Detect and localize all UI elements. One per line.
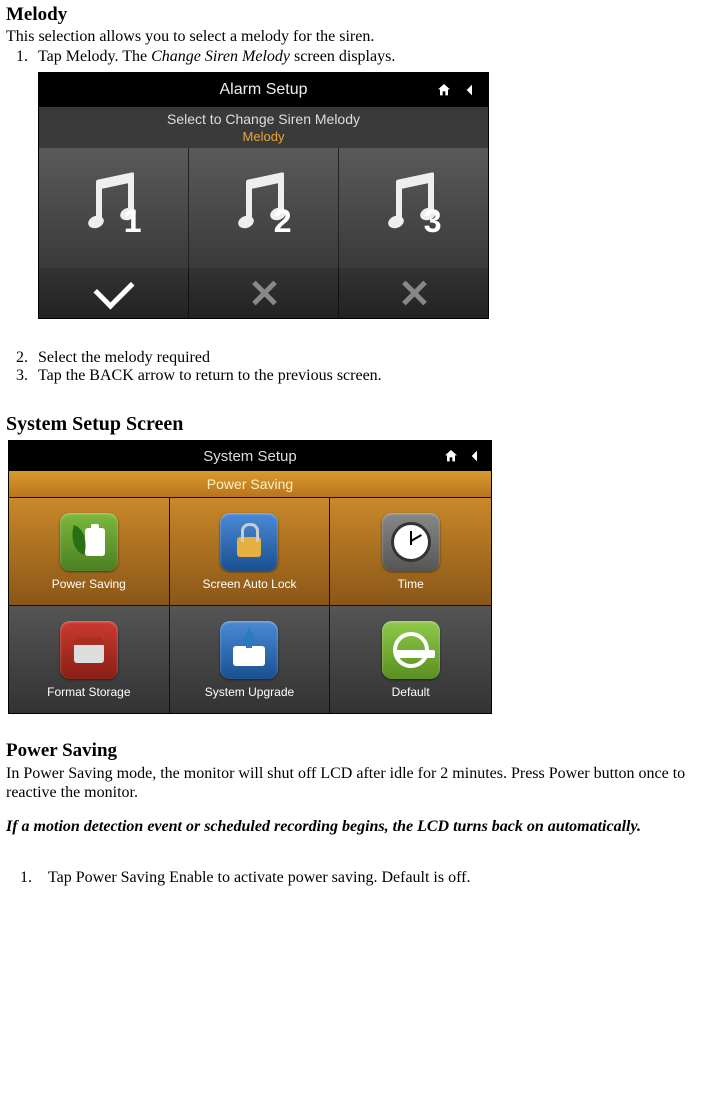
default-icon xyxy=(382,621,440,679)
power-saving-desc: In Power Saving mode, the monitor will s… xyxy=(6,764,695,802)
back-icon[interactable] xyxy=(460,80,480,100)
alarm-title: Alarm Setup xyxy=(219,81,307,99)
system-upgrade-tile[interactable]: System Upgrade xyxy=(170,605,331,713)
lock-icon xyxy=(220,513,278,571)
step-text: Select the melody required xyxy=(38,349,210,367)
melody-option-3[interactable]: 3 xyxy=(339,148,488,268)
upgrade-icon xyxy=(220,621,278,679)
step-num: 3. xyxy=(10,367,28,385)
melody-unselected-3 xyxy=(339,268,488,318)
back-icon[interactable] xyxy=(465,446,485,466)
music-note-icon: 1 xyxy=(74,168,154,248)
clock-icon xyxy=(382,513,440,571)
home-icon[interactable] xyxy=(434,80,454,100)
power-saving-heading: Power Saving xyxy=(6,740,695,762)
system-setup-heading: System Setup Screen xyxy=(6,413,695,436)
step-num: 1. xyxy=(10,48,28,66)
step-text: Tap Power Saving Enable to activate powe… xyxy=(48,869,470,887)
melody-desc: This selection allows you to select a me… xyxy=(6,28,695,46)
alarm-titlebar: Alarm Setup xyxy=(39,73,488,107)
power-saving-note: If a motion detection event or scheduled… xyxy=(6,818,695,836)
storage-icon xyxy=(60,621,118,679)
melody-heading: Melody xyxy=(6,4,695,26)
melody-option-1[interactable]: 1 xyxy=(39,148,189,268)
power-saving-tile[interactable]: Power Saving xyxy=(9,497,170,605)
music-note-icon: 2 xyxy=(224,168,304,248)
step-num: 1. xyxy=(14,869,32,887)
alarm-subtitle-bar: Select to Change Siren Melody Melody xyxy=(39,107,488,148)
alarm-setup-screenshot: Alarm Setup Select to Change Siren Melod… xyxy=(38,72,489,319)
system-title: System Setup xyxy=(203,448,296,465)
alarm-subtitle1: Select to Change Siren Melody xyxy=(39,111,488,127)
music-note-icon: 3 xyxy=(374,168,454,248)
step-text: Tap the BACK arrow to return to the prev… xyxy=(38,367,382,385)
time-tile[interactable]: Time xyxy=(330,497,491,605)
alarm-subtitle2: Melody xyxy=(39,129,488,144)
step-num: 2. xyxy=(10,349,28,367)
format-storage-tile[interactable]: Format Storage xyxy=(9,605,170,713)
screen-auto-lock-tile[interactable]: Screen Auto Lock xyxy=(170,497,331,605)
melody-selected-1 xyxy=(39,268,189,318)
melody-option-2[interactable]: 2 xyxy=(189,148,339,268)
system-titlebar: System Setup xyxy=(9,441,491,471)
system-setup-screenshot: System Setup Power Saving Power Saving S… xyxy=(8,440,492,714)
system-subtitle: Power Saving xyxy=(9,471,491,497)
check-icon xyxy=(93,268,134,309)
step-text: Tap Melody. The Change Siren Melody scre… xyxy=(38,48,395,66)
power-saving-icon xyxy=(60,513,118,571)
cross-icon xyxy=(249,278,279,308)
default-tile[interactable]: Default xyxy=(330,605,491,713)
home-icon[interactable] xyxy=(441,446,461,466)
melody-unselected-2 xyxy=(189,268,339,318)
cross-icon xyxy=(399,278,429,308)
